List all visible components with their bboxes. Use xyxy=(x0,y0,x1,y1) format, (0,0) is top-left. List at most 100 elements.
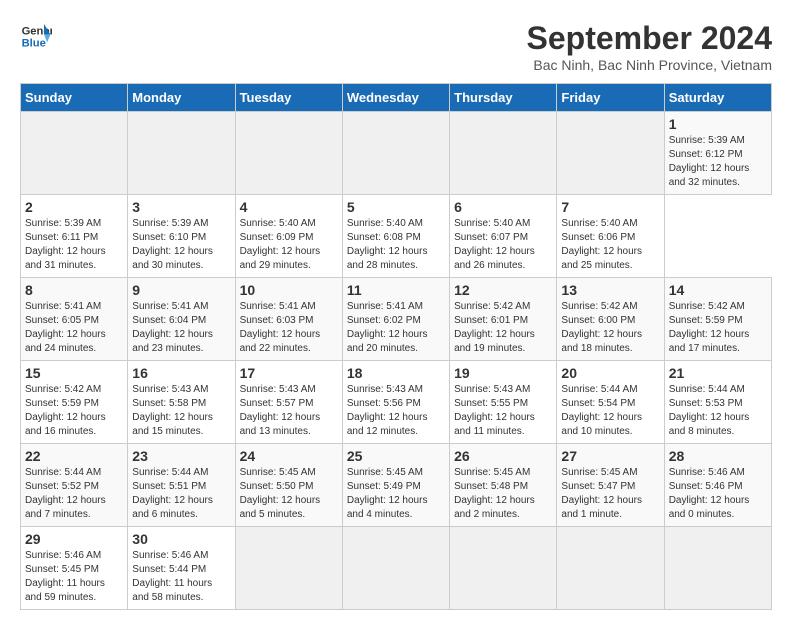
calendar-day-18: 18 Sunrise: 5:43 AMSunset: 5:56 PMDayligh… xyxy=(342,361,449,444)
day-info: Sunrise: 5:41 AMSunset: 6:03 PMDaylight:… xyxy=(240,300,338,356)
day-number: 24 xyxy=(240,448,338,464)
calendar-day-5: 5 Sunrise: 5:40 AMSunset: 6:08 PMDaylight… xyxy=(342,195,449,278)
day-number: 1 xyxy=(669,116,767,132)
day-number: 23 xyxy=(132,448,230,464)
day-info: Sunrise: 5:43 AMSunset: 5:57 PMDaylight:… xyxy=(240,383,338,439)
day-header-saturday: Saturday xyxy=(664,84,771,112)
calendar-day-17: 17 Sunrise: 5:43 AMSunset: 5:57 PMDayligh… xyxy=(235,361,342,444)
day-info: Sunrise: 5:41 AMSunset: 6:05 PMDaylight:… xyxy=(25,300,123,356)
day-info: Sunrise: 5:40 AMSunset: 6:09 PMDaylight:… xyxy=(240,217,338,273)
day-info: Sunrise: 5:39 AMSunset: 6:12 PMDaylight:… xyxy=(669,134,767,190)
day-number: 13 xyxy=(561,282,659,298)
day-number: 30 xyxy=(132,531,230,547)
day-info: Sunrise: 5:39 AMSunset: 6:11 PMDaylight:… xyxy=(25,217,123,273)
calendar-day-7: 7 Sunrise: 5:40 AMSunset: 6:06 PMDaylight… xyxy=(557,195,664,278)
empty-cell xyxy=(664,527,771,610)
day-number: 27 xyxy=(561,448,659,464)
calendar-day-8: 8 Sunrise: 5:41 AMSunset: 6:05 PMDaylight… xyxy=(21,278,128,361)
page-subtitle: Bac Ninh, Bac Ninh Province, Vietnam xyxy=(527,57,772,73)
empty-cell xyxy=(235,112,342,195)
calendar-day-29: 29 Sunrise: 5:46 AMSunset: 5:45 PMDayligh… xyxy=(21,527,128,610)
calendar-day-21: 21Sunrise: 5:44 AMSunset: 5:53 PMDayligh… xyxy=(664,361,771,444)
calendar-day-11: 11Sunrise: 5:41 AMSunset: 6:02 PMDayligh… xyxy=(342,278,449,361)
day-number: 7 xyxy=(561,199,659,215)
day-number: 29 xyxy=(25,531,123,547)
day-number: 10 xyxy=(240,282,338,298)
day-number: 15 xyxy=(25,365,123,381)
calendar-day-10: 10 Sunrise: 5:41 AMSunset: 6:03 PMDayligh… xyxy=(235,278,342,361)
logo-icon: General Blue xyxy=(20,20,52,52)
empty-cell xyxy=(450,112,557,195)
calendar-day-25: 25Sunrise: 5:45 AMSunset: 5:49 PMDayligh… xyxy=(342,444,449,527)
svg-text:Blue: Blue xyxy=(22,37,46,49)
empty-cell xyxy=(128,112,235,195)
day-number: 11 xyxy=(347,282,445,298)
day-header-wednesday: Wednesday xyxy=(342,84,449,112)
calendar-day-16: 16Sunrise: 5:43 AMSunset: 5:58 PMDayligh… xyxy=(128,361,235,444)
page-header: General Blue September 2024 Bac Ninh, Ba… xyxy=(20,20,772,73)
day-header-thursday: Thursday xyxy=(450,84,557,112)
calendar-day-3: 3 Sunrise: 5:39 AMSunset: 6:10 PMDaylight… xyxy=(128,195,235,278)
empty-cell xyxy=(342,527,449,610)
calendar-day-2: 2Sunrise: 5:39 AMSunset: 6:11 PMDaylight… xyxy=(21,195,128,278)
day-number: 4 xyxy=(240,199,338,215)
calendar-day-9: 9 Sunrise: 5:41 AMSunset: 6:04 PMDaylight… xyxy=(128,278,235,361)
day-info: Sunrise: 5:45 AMSunset: 5:47 PMDaylight:… xyxy=(561,466,659,522)
day-number: 8 xyxy=(25,282,123,298)
day-number: 21 xyxy=(669,365,767,381)
calendar-week-1: 1 Sunrise: 5:39 AMSunset: 6:12 PMDaylight… xyxy=(21,112,772,195)
calendar-week-6: 29 Sunrise: 5:46 AMSunset: 5:45 PMDayligh… xyxy=(21,527,772,610)
day-info: Sunrise: 5:45 AMSunset: 5:49 PMDaylight:… xyxy=(347,466,445,522)
day-info: Sunrise: 5:39 AMSunset: 6:10 PMDaylight:… xyxy=(132,217,230,273)
logo: General Blue xyxy=(20,20,52,52)
calendar-day-19: 19Sunrise: 5:43 AMSunset: 5:55 PMDayligh… xyxy=(450,361,557,444)
day-number: 3 xyxy=(132,199,230,215)
day-info: Sunrise: 5:42 AMSunset: 5:59 PMDaylight:… xyxy=(25,383,123,439)
day-info: Sunrise: 5:42 AMSunset: 5:59 PMDaylight:… xyxy=(669,300,767,356)
day-header-monday: Monday xyxy=(128,84,235,112)
empty-cell xyxy=(21,112,128,195)
day-info: Sunrise: 5:40 AMSunset: 6:07 PMDaylight:… xyxy=(454,217,552,273)
day-info: Sunrise: 5:44 AMSunset: 5:54 PMDaylight:… xyxy=(561,383,659,439)
day-info: Sunrise: 5:41 AMSunset: 6:04 PMDaylight:… xyxy=(132,300,230,356)
day-info: Sunrise: 5:46 AMSunset: 5:45 PMDaylight:… xyxy=(25,549,123,605)
title-block: September 2024 Bac Ninh, Bac Ninh Provin… xyxy=(527,20,772,73)
calendar-day-14: 14 Sunrise: 5:42 AMSunset: 5:59 PMDayligh… xyxy=(664,278,771,361)
day-info: Sunrise: 5:42 AMSunset: 6:01 PMDaylight:… xyxy=(454,300,552,356)
calendar-day-12: 12 Sunrise: 5:42 AMSunset: 6:01 PMDayligh… xyxy=(450,278,557,361)
calendar-day-6: 6Sunrise: 5:40 AMSunset: 6:07 PMDaylight… xyxy=(450,195,557,278)
day-info: Sunrise: 5:43 AMSunset: 5:56 PMDaylight:… xyxy=(347,383,445,439)
calendar-day-13: 13 Sunrise: 5:42 AMSunset: 6:00 PMDayligh… xyxy=(557,278,664,361)
calendar-day-4: 4 Sunrise: 5:40 AMSunset: 6:09 PMDaylight… xyxy=(235,195,342,278)
day-info: Sunrise: 5:43 AMSunset: 5:58 PMDaylight:… xyxy=(132,383,230,439)
day-info: Sunrise: 5:44 AMSunset: 5:52 PMDaylight:… xyxy=(25,466,123,522)
day-number: 5 xyxy=(347,199,445,215)
calendar-week-5: 22Sunrise: 5:44 AMSunset: 5:52 PMDayligh… xyxy=(21,444,772,527)
day-number: 9 xyxy=(132,282,230,298)
day-info: Sunrise: 5:42 AMSunset: 6:00 PMDaylight:… xyxy=(561,300,659,356)
calendar-week-4: 15 Sunrise: 5:42 AMSunset: 5:59 PMDayligh… xyxy=(21,361,772,444)
day-number: 12 xyxy=(454,282,552,298)
calendar-table: SundayMondayTuesdayWednesdayThursdayFrid… xyxy=(20,83,772,610)
empty-cell xyxy=(450,527,557,610)
day-number: 17 xyxy=(240,365,338,381)
day-number: 28 xyxy=(669,448,767,464)
day-number: 14 xyxy=(669,282,767,298)
calendar-week-2: 2Sunrise: 5:39 AMSunset: 6:11 PMDaylight… xyxy=(21,195,772,278)
empty-cell xyxy=(557,527,664,610)
calendar-header-row: SundayMondayTuesdayWednesdayThursdayFrid… xyxy=(21,84,772,112)
day-info: Sunrise: 5:40 AMSunset: 6:06 PMDaylight:… xyxy=(561,217,659,273)
calendar-day-24: 24Sunrise: 5:45 AMSunset: 5:50 PMDayligh… xyxy=(235,444,342,527)
day-info: Sunrise: 5:40 AMSunset: 6:08 PMDaylight:… xyxy=(347,217,445,273)
calendar-day-1: 1 Sunrise: 5:39 AMSunset: 6:12 PMDaylight… xyxy=(664,112,771,195)
day-header-sunday: Sunday xyxy=(21,84,128,112)
day-info: Sunrise: 5:45 AMSunset: 5:48 PMDaylight:… xyxy=(454,466,552,522)
day-header-tuesday: Tuesday xyxy=(235,84,342,112)
day-number: 19 xyxy=(454,365,552,381)
calendar-day-26: 26Sunrise: 5:45 AMSunset: 5:48 PMDayligh… xyxy=(450,444,557,527)
empty-cell xyxy=(235,527,342,610)
day-number: 18 xyxy=(347,365,445,381)
day-number: 20 xyxy=(561,365,659,381)
day-info: Sunrise: 5:46 AMSunset: 5:46 PMDaylight:… xyxy=(669,466,767,522)
calendar-day-22: 22Sunrise: 5:44 AMSunset: 5:52 PMDayligh… xyxy=(21,444,128,527)
